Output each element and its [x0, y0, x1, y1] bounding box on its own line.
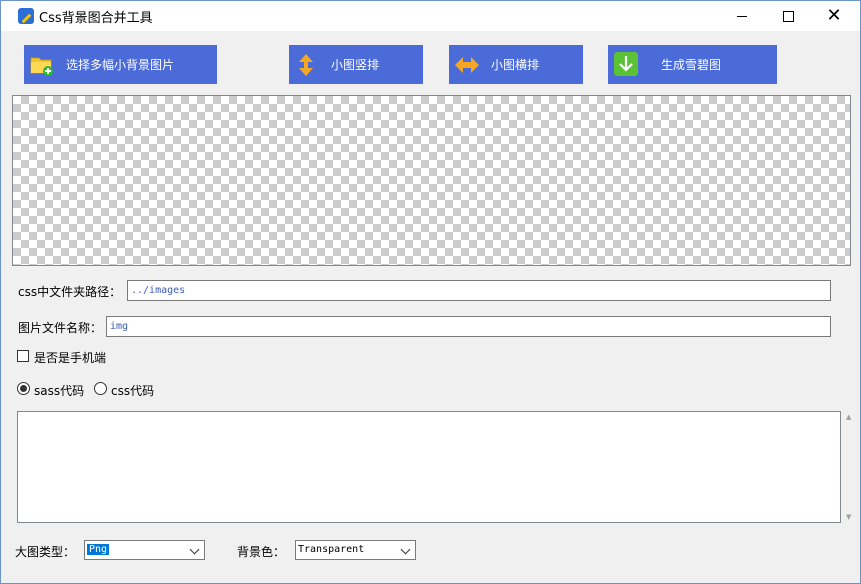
download-arrow-icon: [614, 52, 638, 76]
window-title: Css背景图合并工具: [39, 11, 153, 26]
scroll-up-icon[interactable]: ▲: [846, 413, 851, 421]
stack-vertical-button[interactable]: 小图竖排: [289, 45, 423, 84]
select-images-label: 选择多幅小背景图片: [66, 58, 175, 72]
css-radio[interactable]: [94, 382, 107, 395]
image-type-value: Png: [87, 544, 110, 555]
mobile-checkbox[interactable]: [17, 350, 29, 362]
image-name-label: 图片文件名称：: [18, 321, 103, 335]
app-window: Css背景图合并工具 ✕ 选择多幅小背景图片 小图竖排 小图横排 生成雪碧图 c…: [0, 0, 861, 584]
generate-sprite-label: 生成雪碧图: [661, 58, 722, 72]
close-button[interactable]: ✕: [811, 1, 857, 31]
generate-sprite-button[interactable]: 生成雪碧图: [608, 45, 777, 84]
close-icon: ✕: [826, 5, 842, 26]
css-folder-input[interactable]: [127, 280, 831, 301]
image-name-input[interactable]: [106, 316, 831, 337]
bg-color-label: 背景色：: [237, 545, 286, 559]
maximize-button[interactable]: [765, 1, 811, 31]
arrow-up-down-icon: [299, 54, 313, 76]
image-type-label: 大图类型：: [15, 545, 76, 559]
image-type-select[interactable]: Png: [84, 540, 205, 560]
mobile-checkbox-label: 是否是手机端: [34, 351, 107, 365]
scroll-down-icon[interactable]: ▼: [846, 513, 851, 521]
app-icon: [18, 8, 34, 24]
code-output-scrollbar[interactable]: ▲ ▼: [842, 411, 859, 523]
minimize-icon: [737, 15, 747, 17]
css-radio-label: css代码: [111, 384, 155, 398]
code-output-textarea[interactable]: [17, 411, 841, 523]
stack-horizontal-label: 小图横排: [491, 58, 540, 72]
css-folder-label: css中文件夹路径：: [18, 285, 122, 299]
stack-vertical-label: 小图竖排: [331, 58, 380, 72]
sass-radio-label: sass代码: [34, 384, 85, 398]
chevron-down-icon: [400, 544, 411, 555]
sass-radio[interactable]: [17, 382, 30, 395]
select-images-button[interactable]: 选择多幅小背景图片: [24, 45, 217, 84]
maximize-icon: [782, 10, 794, 22]
arrow-left-right-icon: [455, 57, 479, 73]
sprite-preview-area: [12, 95, 851, 266]
bg-color-value: Transparent: [298, 544, 365, 555]
chevron-down-icon: [189, 544, 200, 555]
title-bar: Css背景图合并工具 ✕: [1, 1, 860, 31]
folder-add-icon: [30, 57, 53, 76]
minimize-button[interactable]: [719, 1, 765, 31]
stack-horizontal-button[interactable]: 小图横排: [449, 45, 583, 84]
bg-color-select[interactable]: Transparent: [295, 540, 416, 560]
